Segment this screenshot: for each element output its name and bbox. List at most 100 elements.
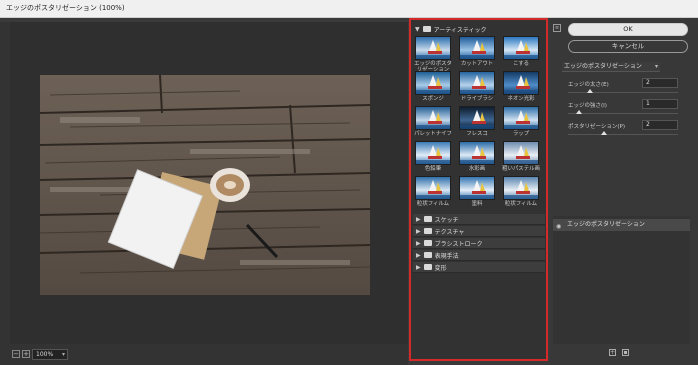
cancel-button[interactable]: キャンセル <box>568 40 688 53</box>
thumbnail-image <box>415 176 451 200</box>
filter-thumbnail[interactable]: ドライブラシ <box>459 71 497 102</box>
category-label: スケッチ <box>434 216 459 224</box>
filter-thumbnail[interactable]: カットアウト <box>459 36 497 67</box>
category-label: 表現手法 <box>434 252 459 260</box>
trash-icon[interactable]: ▪ <box>622 349 629 356</box>
category-distort[interactable]: ▶ 変形 <box>413 262 545 273</box>
thumbnail-label: 水彩画 <box>468 166 486 172</box>
filter-thumbnail[interactable]: 水彩画 <box>459 141 497 172</box>
edge-intensity-input[interactable]: 1 <box>642 99 678 109</box>
thumbnail-image <box>503 106 539 130</box>
category-artistic[interactable]: ▼ アーティスティック <box>415 24 487 34</box>
chevron-down-icon: ▾ <box>61 351 65 358</box>
filter-thumbnail[interactable]: 粒状フィルム <box>503 176 541 207</box>
effect-layer[interactable]: エッジのポスタリゼーション <box>553 219 690 231</box>
thumbnail-label: スポンジ <box>422 96 444 102</box>
thumbnail-image <box>415 71 451 95</box>
category-brush-strokes[interactable]: ▶ ブラシストローク <box>413 238 545 249</box>
filter-thumbnail[interactable]: ネオン光彩 <box>503 71 541 102</box>
thumbnail-image <box>459 36 495 60</box>
ok-button[interactable]: OK <box>568 23 688 36</box>
thumbnail-label: 粒状フィルム <box>416 201 450 207</box>
folder-icon <box>423 228 432 234</box>
effect-layers-panel <box>553 216 690 344</box>
edge-thickness-knob[interactable] <box>587 89 593 93</box>
thumbnail-image <box>415 141 451 165</box>
filter-gallery-panel: ▼ アーティスティック エッジのポスタリゼーションカットアウト こするスポンジ ドラ… <box>409 18 548 361</box>
side-strip <box>0 22 10 344</box>
thumbnail-image <box>503 36 539 60</box>
window-title: エッジのポスタリゼーション (100%) <box>6 4 125 12</box>
thumbnail-label: ラップ <box>512 131 530 137</box>
edge-thickness-label: エッジの太さ(E) <box>568 82 609 88</box>
chevron-down-icon: ▾ <box>654 63 658 70</box>
thumbnail-label: 粒状フィルム <box>504 201 538 207</box>
category-label: アーティスティック <box>433 26 487 34</box>
filter-thumbnail[interactable]: スポンジ <box>415 71 453 102</box>
thumbnail-image <box>415 36 451 60</box>
filter-select-value: エッジのポスタリゼーション <box>564 63 642 70</box>
edge-intensity-knob[interactable] <box>576 110 582 114</box>
edge-intensity-label: エッジの強さ(I) <box>568 103 607 109</box>
filter-thumbnail[interactable]: 塗料 <box>459 176 497 207</box>
zoom-value: 100% <box>36 351 54 358</box>
filter-thumbnail[interactable]: 粒状フィルム <box>415 176 453 207</box>
category-label: 変形 <box>434 264 447 272</box>
filter-thumbnail[interactable]: パレットナイフ <box>414 106 453 137</box>
filter-thumbnail[interactable]: 色鉛筆 <box>415 141 453 172</box>
thumbnail-image <box>459 106 495 130</box>
posterization-input[interactable]: 2 <box>642 120 678 130</box>
filter-thumbnail[interactable]: 粗いパステル画 <box>502 141 541 172</box>
category-stylize[interactable]: ▶ 表現手法 <box>413 250 545 261</box>
zoom-in-button[interactable]: + <box>22 350 30 358</box>
edge-intensity-slider[interactable] <box>568 113 678 114</box>
thumbnail-label: 色鉛筆 <box>424 166 442 172</box>
edge-thickness-input[interactable]: 2 <box>642 78 678 88</box>
thumbnail-image <box>503 71 539 95</box>
category-label: テクスチャ <box>434 228 465 236</box>
thumbnail-image <box>459 141 495 165</box>
filter-gallery-window: エッジのポスタリゼーション (100%) − + 100% ▾ ▼ アーティステ… <box>0 0 698 365</box>
title-bar: エッジのポスタリゼーション (100%) <box>0 0 698 18</box>
thumbnail-image <box>459 71 495 95</box>
zoom-out-button[interactable]: − <box>12 350 20 358</box>
thumbnail-label: こする <box>512 61 530 67</box>
triangle-right-icon: ▶ <box>416 263 421 271</box>
eye-icon[interactable]: ◉ <box>556 223 561 230</box>
triangle-down-icon: ▼ <box>415 25 420 33</box>
thumbnail-image <box>503 176 539 200</box>
folder-icon <box>423 216 432 222</box>
category-label: ブラシストローク <box>434 240 483 248</box>
posterization-knob[interactable] <box>601 131 608 135</box>
folder-icon <box>423 264 432 270</box>
new-effect-layer-icon[interactable]: + <box>609 349 616 356</box>
thumbnail-image <box>503 141 539 165</box>
preview-image <box>40 75 370 295</box>
triangle-right-icon: ▶ <box>416 251 421 259</box>
zoom-select[interactable]: 100% ▾ <box>32 349 68 360</box>
triangle-right-icon: ▶ <box>416 239 421 247</box>
filter-thumbnail[interactable]: フレスコ <box>459 106 497 137</box>
edge-thickness-slider[interactable] <box>568 92 678 93</box>
filter-thumbnail[interactable]: ラップ <box>503 106 541 137</box>
collapse-gallery-icon[interactable]: ≡ <box>553 24 561 32</box>
thumbnail-label: 塗料 <box>471 201 483 207</box>
filter-thumbnail[interactable]: エッジのポスタリゼーション <box>414 36 453 73</box>
folder-icon <box>423 240 432 246</box>
thumbnail-label: カットアウト <box>460 61 494 67</box>
thumbnail-image <box>459 176 495 200</box>
thumbnail-image <box>415 106 451 130</box>
thumbnail-label: 粗いパステル画 <box>502 166 540 172</box>
folder-icon <box>422 26 431 32</box>
category-sketch[interactable]: ▶ スケッチ <box>413 214 545 225</box>
thumbnail-label: ドライブラシ <box>460 96 494 102</box>
thumbnail-label: パレットナイフ <box>414 131 452 137</box>
triangle-right-icon: ▶ <box>416 227 421 235</box>
filter-select[interactable]: エッジのポスタリゼーション ▾ <box>562 62 660 72</box>
filter-thumbnail[interactable]: こする <box>503 36 541 67</box>
triangle-right-icon: ▶ <box>416 215 421 223</box>
folder-icon <box>423 252 432 258</box>
thumbnail-label: ネオン光彩 <box>507 96 535 102</box>
category-texture[interactable]: ▶ テクスチャ <box>413 226 545 237</box>
posterization-slider[interactable] <box>568 134 678 135</box>
